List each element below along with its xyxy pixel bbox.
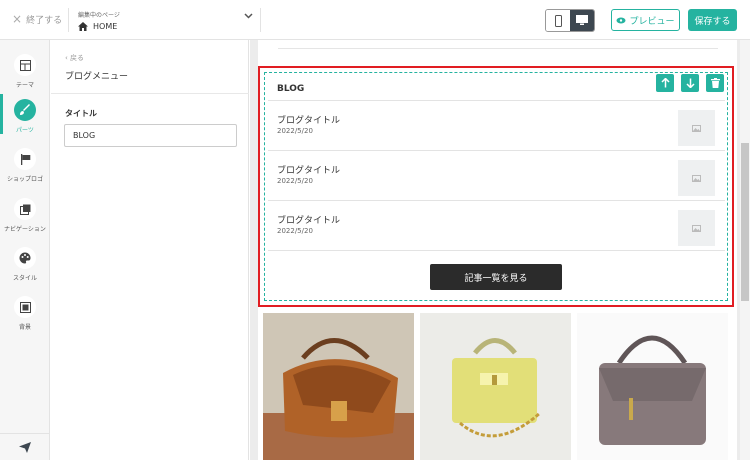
- sidebar-item-background[interactable]: 背景: [0, 292, 50, 338]
- settings-panel: ‹ 戻る ブログメニュー タイトル BLOG: [51, 40, 249, 460]
- eye-icon: [616, 17, 626, 23]
- divider: [51, 93, 249, 94]
- post-date: 2022/5/20: [277, 227, 313, 235]
- send-icon: [19, 441, 31, 453]
- divider: [260, 8, 261, 32]
- sidebar-item-parts[interactable]: パーツ: [0, 95, 50, 141]
- post-title: ブログタイトル: [277, 116, 341, 126]
- close-button[interactable]: × 終了する: [12, 13, 62, 26]
- close-icon: ×: [12, 12, 23, 26]
- arrow-down-icon: [685, 78, 695, 88]
- panel-title: ブログメニュー: [65, 72, 129, 82]
- device-toggle: [545, 9, 595, 32]
- divider: [278, 48, 718, 49]
- background-icon: [14, 296, 36, 318]
- sidebar-item-label: ナビゲーション: [4, 226, 46, 233]
- post-thumbnail: [678, 210, 715, 246]
- image-placeholder-icon: [692, 224, 701, 232]
- divider: [268, 200, 725, 201]
- sidebar-item-shop-logo[interactable]: ショップロゴ: [0, 144, 50, 190]
- save-label: 保存する: [694, 16, 731, 27]
- preview-label: プレビュー: [629, 16, 675, 27]
- desktop-view-button[interactable]: [570, 10, 594, 31]
- sidebar-item-navigation[interactable]: ナビゲーション: [0, 194, 50, 240]
- arrow-up-icon: [660, 78, 670, 88]
- sidebar-item-label: テーマ: [15, 82, 34, 89]
- sidebar-item-label: スタイル: [12, 275, 37, 282]
- title-input[interactable]: BLOG: [64, 124, 237, 147]
- move-down-button[interactable]: [681, 74, 699, 92]
- divider: [268, 150, 725, 151]
- page-caption: 編集中のページ: [78, 12, 120, 19]
- blog-post-item[interactable]: ブログタイトル 2022/5/20: [277, 110, 717, 152]
- brush-icon: [14, 99, 36, 121]
- blog-post-item[interactable]: ブログタイトル 2022/5/20: [277, 160, 717, 202]
- image-placeholder-icon: [692, 124, 701, 132]
- flag-icon: [14, 148, 36, 170]
- view-all-posts-button[interactable]: 記事一覧を見る: [430, 264, 562, 290]
- blog-post-item[interactable]: ブログタイトル 2022/5/20: [277, 210, 717, 252]
- scrollbar-thumb[interactable]: [741, 143, 749, 301]
- divider: [68, 8, 69, 32]
- close-label: 終了する: [26, 16, 63, 26]
- mobile-icon: [554, 14, 562, 27]
- delete-button[interactable]: [706, 74, 724, 92]
- page-name: HOME: [93, 22, 118, 31]
- home-icon: [78, 22, 88, 31]
- palette-icon: [14, 247, 36, 269]
- post-title: ブログタイトル: [277, 166, 341, 176]
- product-image-gray-bag[interactable]: [577, 313, 728, 460]
- title-field-label: タイトル: [65, 109, 97, 118]
- post-date: 2022/5/20: [277, 177, 313, 185]
- preview-button[interactable]: プレビュー: [611, 9, 680, 31]
- layout-icon: [14, 54, 36, 76]
- chevron-down-icon[interactable]: [244, 12, 253, 22]
- back-link[interactable]: ‹ 戻る: [65, 53, 84, 63]
- trash-icon: [710, 78, 720, 88]
- sidebar-item-theme[interactable]: テーマ: [0, 50, 50, 96]
- blog-heading: BLOG: [277, 84, 305, 94]
- publish-button[interactable]: [0, 433, 50, 460]
- divider: [268, 250, 725, 251]
- top-bar: × 終了する 編集中のページ HOME プレビュー 保存する: [0, 0, 750, 40]
- sidebar-item-style[interactable]: スタイル: [0, 243, 50, 289]
- post-thumbnail: [678, 110, 715, 146]
- mobile-view-button[interactable]: [546, 10, 570, 31]
- divider: [268, 100, 725, 101]
- post-title: ブログタイトル: [277, 216, 341, 226]
- save-button[interactable]: 保存する: [688, 9, 737, 31]
- sidebar-item-label: 背景: [18, 324, 31, 331]
- image-placeholder-icon: [692, 174, 701, 182]
- sidebar-rail: テーマ パーツ ショップロゴ ナビゲーション スタイル 背景: [0, 40, 50, 460]
- navigation-icon: [14, 198, 36, 220]
- product-image-yellow-bag[interactable]: [420, 313, 571, 460]
- sidebar-item-label: ショップロゴ: [6, 176, 43, 183]
- move-up-button[interactable]: [656, 74, 674, 92]
- post-date: 2022/5/20: [277, 127, 313, 135]
- page-selector[interactable]: 編集中のページ HOME: [78, 10, 120, 31]
- product-image-brown-bag[interactable]: [263, 313, 414, 460]
- desktop-icon: [576, 15, 588, 25]
- back-label: 戻る: [70, 54, 85, 62]
- post-thumbnail: [678, 160, 715, 196]
- sidebar-item-label: パーツ: [16, 127, 34, 134]
